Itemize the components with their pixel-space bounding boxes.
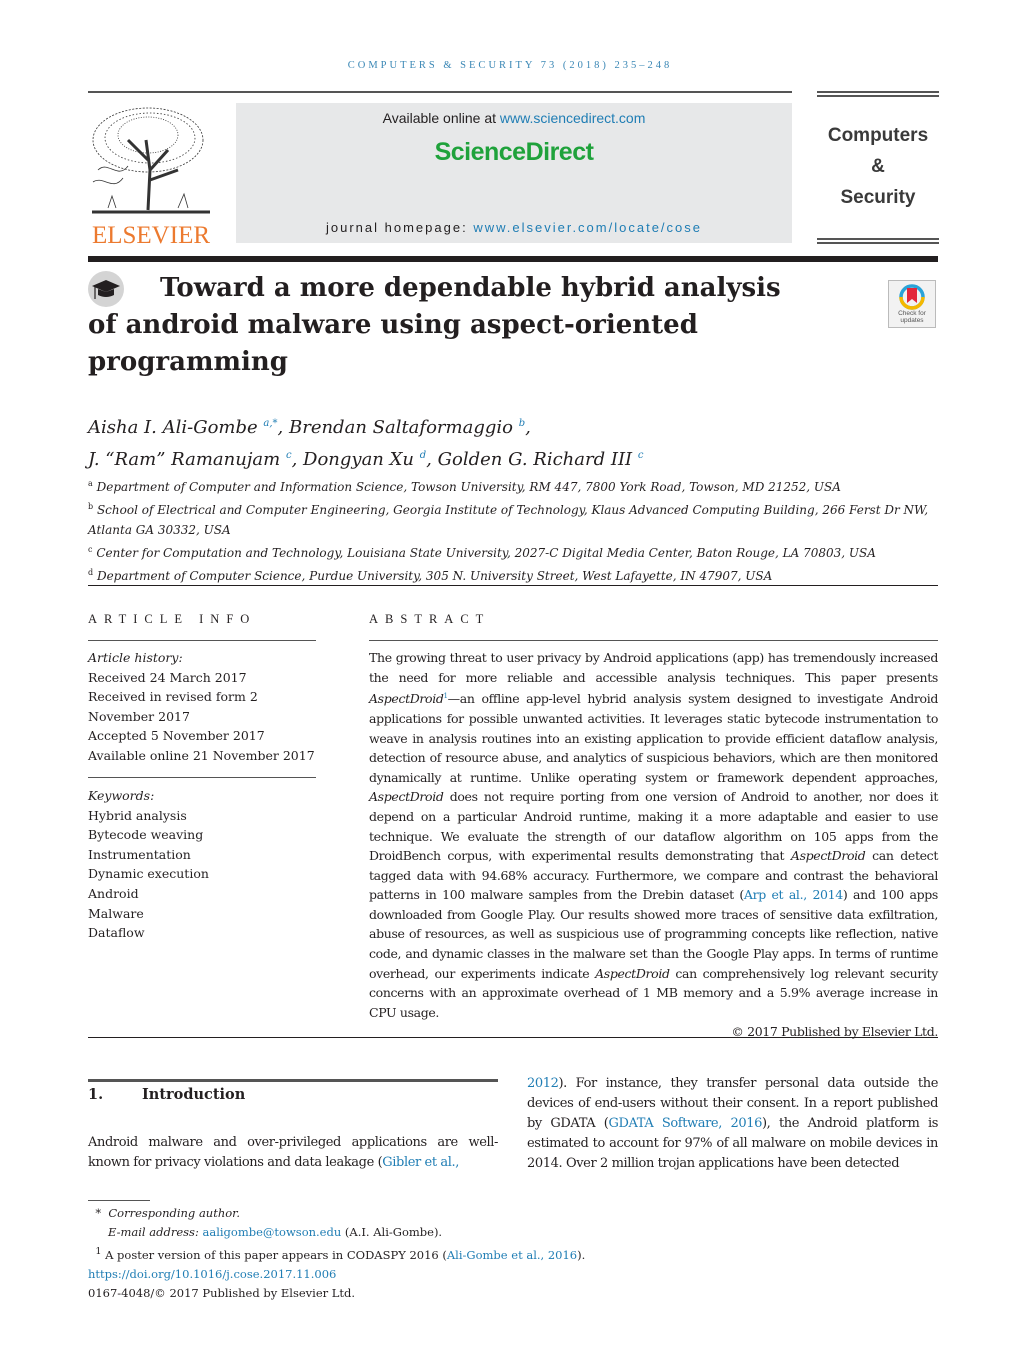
available-online: Available online at www.sciencedirect.co… [382, 110, 646, 126]
citation-link[interactable]: 2012 [527, 1076, 559, 1091]
keywords: Keywords: Hybrid analysis Bytecode weavi… [88, 786, 328, 943]
sciencedirect-logo[interactable]: ScienceDirect [236, 138, 792, 167]
abstract-label: ABSTRACT [369, 612, 491, 626]
abstract-rule [369, 640, 938, 641]
journal-title-bottom-rule [817, 238, 939, 244]
keyword: Malware [88, 905, 144, 921]
author-affiliation-mark[interactable]: c [638, 450, 644, 461]
intro-left-column: Android malware and over-privileged appl… [88, 1135, 498, 1170]
author-affiliation-mark[interactable]: a,* [263, 418, 277, 429]
doi-link[interactable]: https://doi.org/10.1016/j.cose.2017.11.0… [88, 1265, 948, 1284]
check-for-updates-badge[interactable]: Check for updates [888, 280, 936, 328]
sciencedirect-link[interactable]: www.sciencedirect.com [500, 110, 646, 126]
author-list: Aisha I. Ali-Gombe a,*, Brendan Saltafor… [88, 417, 644, 470]
intro-right-column: 2012). For instance, they transfer perso… [527, 1076, 938, 1171]
issn-copyright: 0167-4048/© 2017 Published by Elsevier L… [88, 1285, 356, 1300]
header-black-bar [88, 256, 938, 262]
abstract-body: The growing threat to user privacy by An… [369, 648, 938, 1042]
abstract-copyright: © 2017 Published by Elsevier Ltd. [731, 1024, 938, 1040]
affiliation-continued: Atlanta GA 30332, USA [88, 523, 231, 537]
keyword: Android [88, 885, 139, 901]
affiliations: a Department of Computer and Information… [88, 474, 948, 586]
journal-title: Computers & Security [827, 125, 929, 208]
keywords-label: Keywords: [88, 788, 155, 803]
journal-homepage: journal homepage: www.elsevier.com/locat… [326, 220, 702, 235]
author-name: Aisha I. Ali-Gombe [88, 417, 258, 438]
history-item: November 2017 [88, 708, 190, 724]
author-name: Brendan Saltaformaggio [288, 417, 513, 438]
keyword: Dataflow [88, 925, 145, 941]
journal-homepage-link[interactable]: www.elsevier.com/locate/cose [473, 220, 702, 235]
elsevier-tree-logo [92, 107, 210, 214]
affiliation: d Department of Computer Science, Purdue… [88, 568, 773, 583]
journal-title-top-rule [817, 91, 939, 97]
history-item: Received in revised form 2 [88, 689, 258, 705]
keyword: Hybrid analysis [88, 807, 187, 823]
section-rule [88, 1079, 498, 1082]
history-item: Accepted 5 November 2017 [88, 728, 265, 744]
article-title: Toward a more dependable hybrid analysis… [88, 273, 781, 377]
abstract-bottom-rule [88, 1037, 938, 1038]
system-name: AspectDroid [369, 691, 444, 707]
affiliation: a Department of Computer and Information… [88, 479, 841, 494]
section-heading: 1. Introduction [88, 1086, 246, 1103]
keywords-rule [88, 777, 316, 778]
keyword: Dynamic execution [88, 866, 209, 882]
affiliation: c Center for Computation and Technology,… [88, 545, 876, 560]
journal-reference: COMPUTERS & SECURITY 73 (2018) 235–248 [347, 60, 673, 71]
author-name: J. “Ram” Ramanujam [88, 449, 281, 470]
citation-link[interactable]: Ali-Gombe et al., 2016 [447, 1248, 577, 1262]
citation-link[interactable]: Gibler et al., [382, 1155, 459, 1170]
elsevier-wordmark: ELSEVIER [91, 222, 211, 249]
article-history: Article history: Received 24 March 2017 … [88, 648, 328, 766]
author-name: Dongyan Xu [303, 449, 415, 470]
history-item: Received 24 March 2017 [88, 669, 247, 685]
affiliation: b School of Electrical and Computer Engi… [88, 502, 929, 517]
keyword: Bytecode weaving [88, 827, 204, 843]
keyword: Instrumentation [88, 846, 191, 862]
author-name: Golden G. Richard III [437, 449, 633, 470]
footnotes: * Corresponding author. E-mail address: … [88, 1204, 948, 1303]
footnote-corresponding: * Corresponding author. [95, 1206, 241, 1220]
email-link[interactable]: aaligombe@towson.edu [202, 1225, 341, 1239]
article-history-label: Article history: [88, 650, 183, 665]
footnote-email: E-mail address: aaligombe@towson.edu (A.… [108, 1225, 443, 1239]
citation-link[interactable]: GDATA Software, 2016 [608, 1116, 762, 1131]
check-updates-icon [899, 284, 925, 310]
article-info-label: ARTICLE INFO [88, 612, 257, 626]
footnote-rule [88, 1200, 150, 1201]
affiliations-rule [88, 585, 938, 586]
header-top-rule [88, 91, 792, 93]
citation-link[interactable]: Arp et al., 2014 [744, 887, 843, 902]
article-info-rule [88, 640, 316, 641]
footnote-1: 1 A poster version of this paper appears… [95, 1246, 586, 1262]
history-item: Available online 21 November 2017 [88, 747, 315, 763]
